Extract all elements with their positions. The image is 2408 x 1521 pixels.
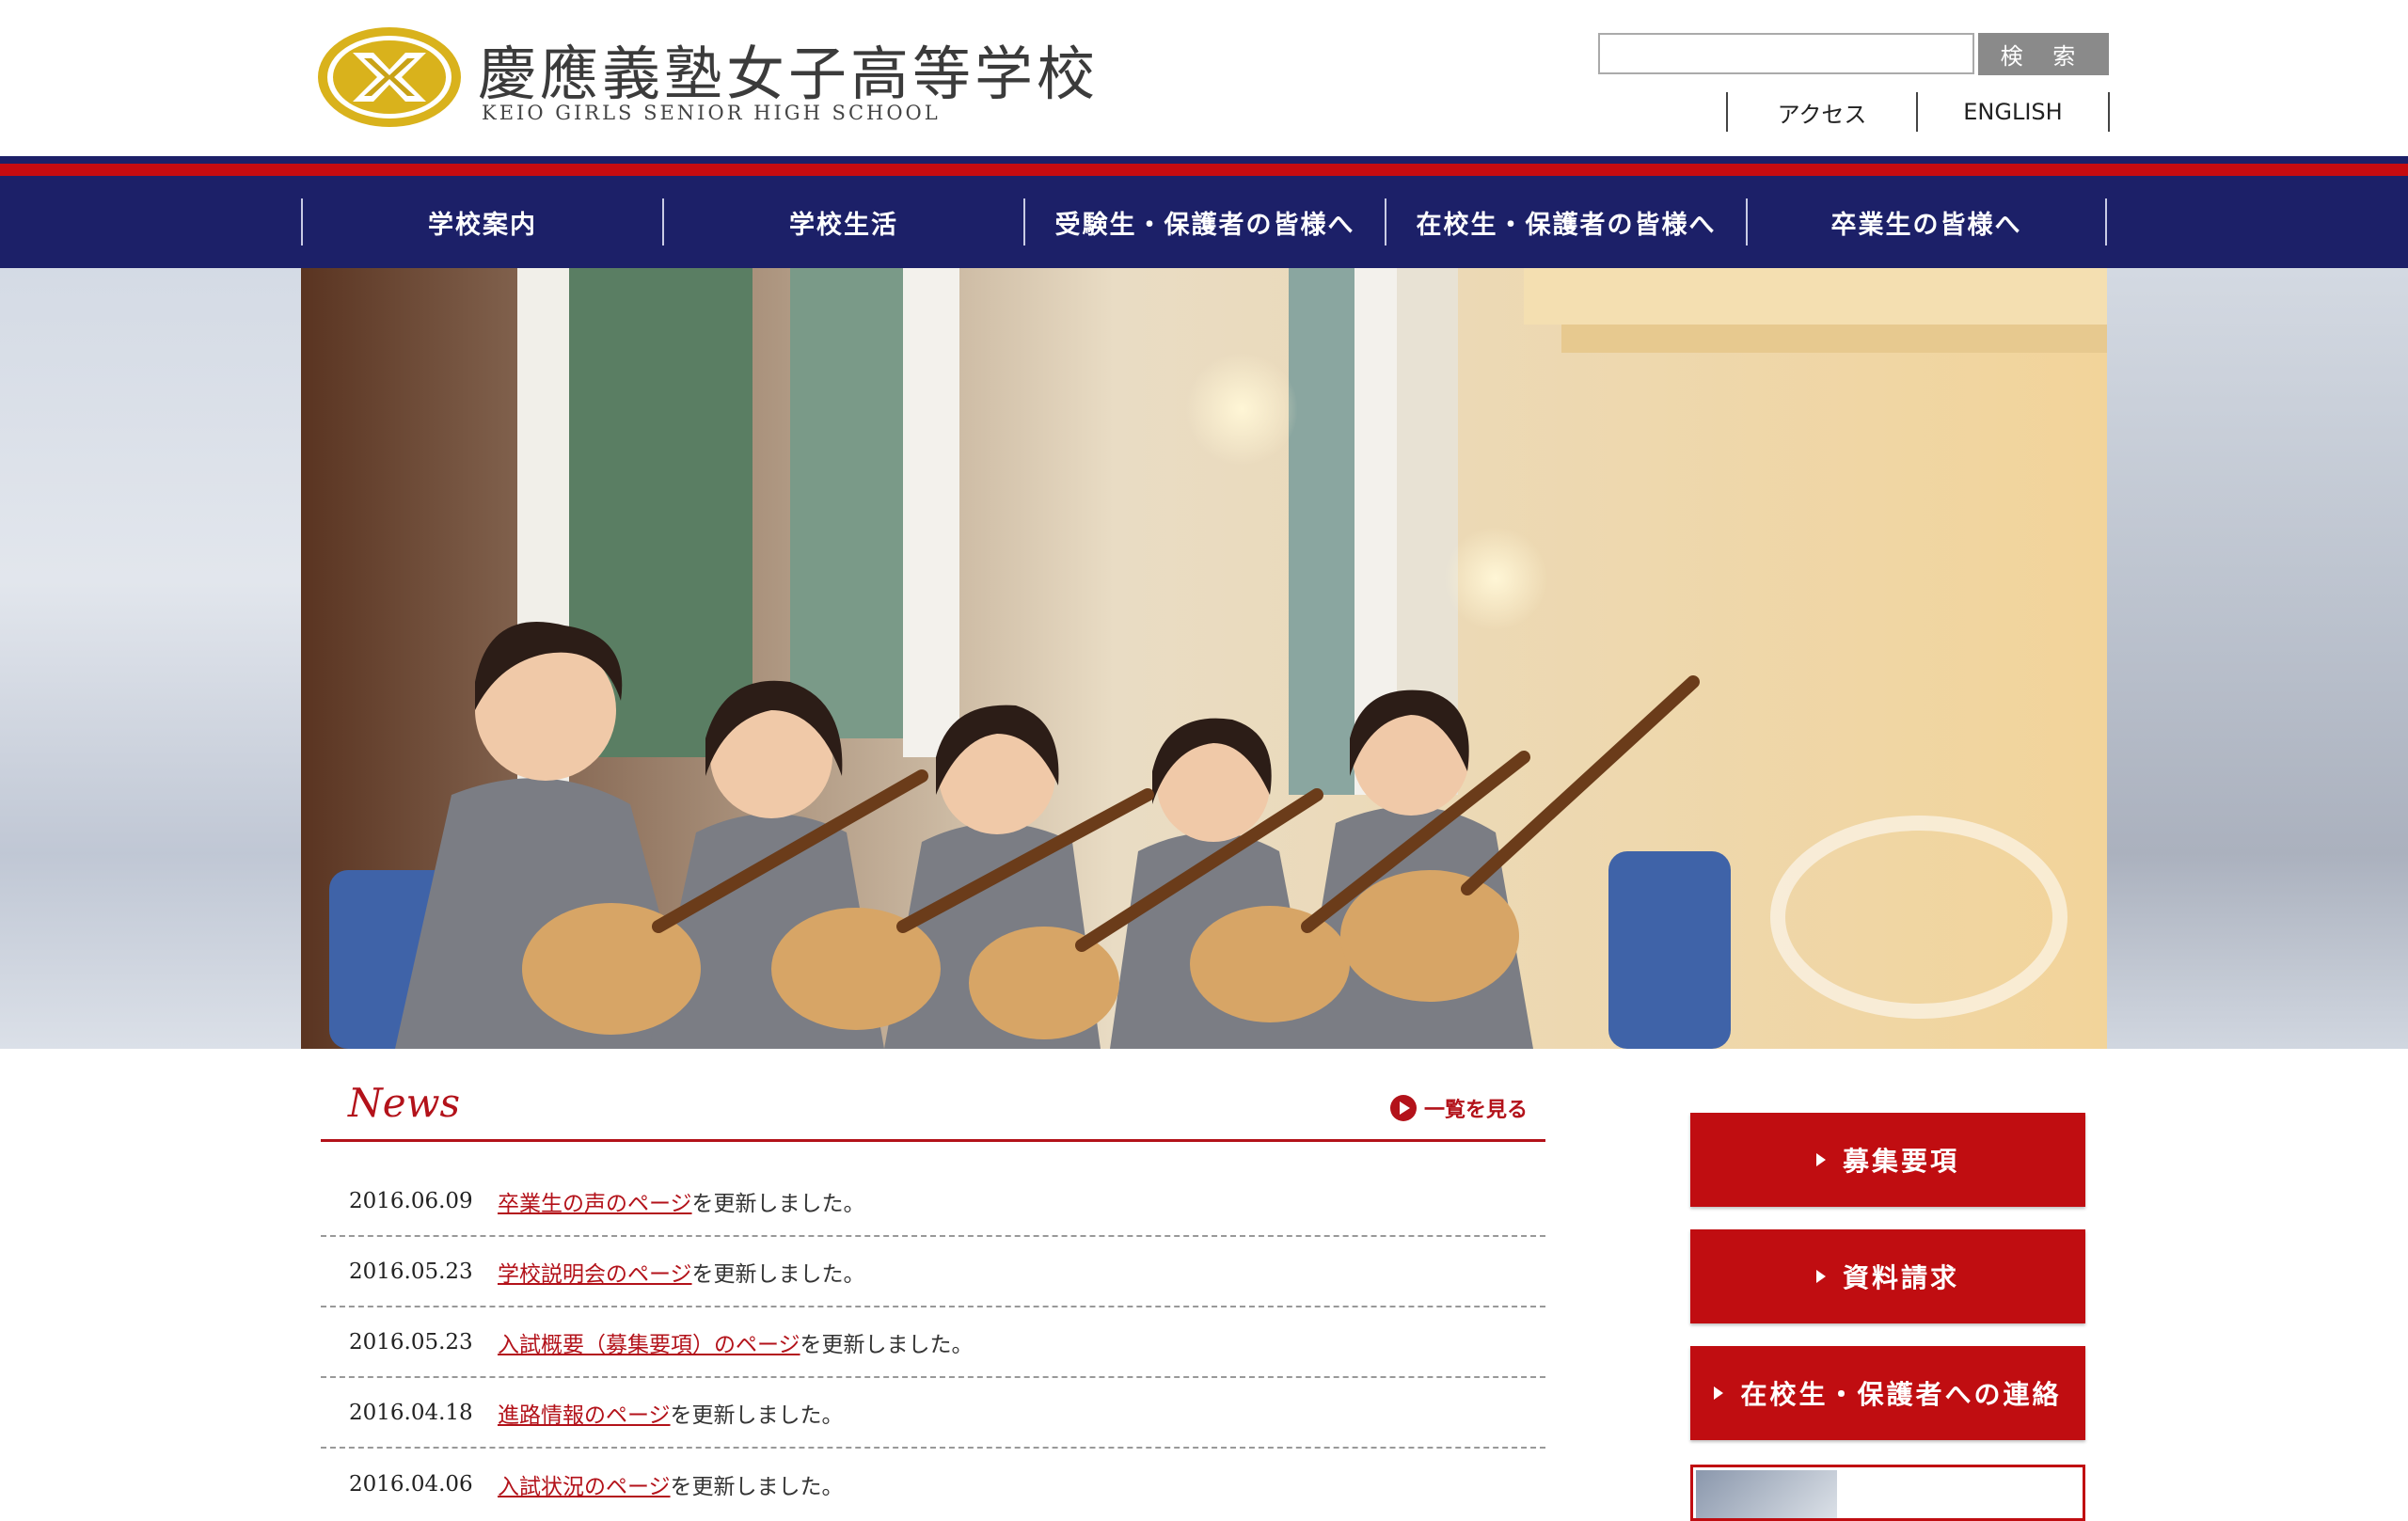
nav-item-applicants[interactable]: 受験生・保護者の皆様へ bbox=[1023, 198, 1385, 246]
news-text: を更新しました。 bbox=[670, 1474, 844, 1499]
header-stripe-red bbox=[0, 164, 2408, 176]
news-text: を更新しました。 bbox=[800, 1332, 974, 1357]
news-divider bbox=[321, 1139, 1545, 1142]
news-link[interactable]: 進路情報のページ bbox=[498, 1397, 671, 1429]
news-text: を更新しました。 bbox=[691, 1261, 865, 1287]
student-parent-contact-button[interactable]: 在校生・保護者への連絡 bbox=[1690, 1346, 2085, 1440]
news-heading: News bbox=[348, 1080, 461, 1126]
hero-slideshow[interactable] bbox=[0, 268, 2408, 1049]
news-item: 2016.06.09 卒業生の声のページ を更新しました。 bbox=[321, 1166, 1545, 1237]
sidebar-banner[interactable] bbox=[1690, 1465, 2085, 1521]
student-parent-contact-label: 在校生・保護者への連絡 bbox=[1740, 1379, 2062, 1410]
search-input[interactable] bbox=[1598, 33, 1974, 74]
nav-item-students[interactable]: 在校生・保護者の皆様へ bbox=[1385, 198, 1746, 246]
request-materials-label: 資料請求 bbox=[1842, 1262, 1959, 1293]
news-link[interactable]: 卒業生の声のページ bbox=[498, 1185, 692, 1217]
news-list: 2016.06.09 卒業生の声のページ を更新しました。 2016.05.23… bbox=[321, 1166, 1545, 1519]
global-nav: 学校案内 学校生活 受験生・保護者の皆様へ 在校生・保護者の皆様へ 卒業生の皆様… bbox=[0, 176, 2408, 268]
school-name-jp[interactable]: 慶應義塾女子高等学校 bbox=[478, 26, 1099, 111]
nav-item-school-life[interactable]: 学校生活 bbox=[662, 198, 1023, 246]
nav-item-about[interactable]: 学校案内 bbox=[301, 198, 662, 246]
news-date: 2016.05.23 bbox=[349, 1329, 473, 1355]
arrow-right-icon bbox=[1815, 1270, 1826, 1283]
request-materials-button[interactable]: 資料請求 bbox=[1690, 1229, 2085, 1323]
hero-next-slide-image[interactable] bbox=[2107, 268, 2408, 1049]
news-text: を更新しました。 bbox=[691, 1191, 865, 1216]
admissions-guide-label: 募集要項 bbox=[1842, 1146, 1959, 1177]
sidebar-banner-thumbnail bbox=[1696, 1470, 1837, 1518]
news-date: 2016.04.06 bbox=[349, 1471, 473, 1497]
english-link[interactable]: ENGLISH bbox=[1916, 92, 2110, 132]
news-item: 2016.05.23 学校説明会のページ を更新しました。 bbox=[321, 1237, 1545, 1307]
news-item: 2016.05.23 入試概要（募集要項）のページ を更新しました。 bbox=[321, 1307, 1545, 1378]
news-item: 2016.04.18 進路情報のページ を更新しました。 bbox=[321, 1378, 1545, 1449]
utility-links: アクセス ENGLISH bbox=[1726, 92, 2110, 132]
arrow-right-icon bbox=[1815, 1153, 1826, 1166]
news-item: 2016.04.06 入試状況のページ を更新しました。 bbox=[321, 1449, 1545, 1519]
search-button[interactable]: 検 索 bbox=[1978, 33, 2109, 75]
play-circle-icon bbox=[1390, 1095, 1417, 1121]
news-link[interactable]: 学校説明会のページ bbox=[498, 1256, 692, 1288]
news-view-all-link[interactable]: 一覧を見る bbox=[1390, 1093, 1528, 1123]
news-link[interactable]: 入試状況のページ bbox=[498, 1468, 671, 1500]
news-link[interactable]: 入試概要（募集要項）のページ bbox=[498, 1326, 800, 1358]
hero-photo bbox=[301, 268, 2107, 1049]
nav-item-alumni[interactable]: 卒業生の皆様へ bbox=[1746, 198, 2107, 246]
arrow-right-icon bbox=[1714, 1386, 1724, 1400]
news-view-all-label: 一覧を見る bbox=[1424, 1099, 1529, 1122]
site-header: 慶應義塾女子高等学校 KEIO GIRLS SENIOR HIGH SCHOOL… bbox=[0, 0, 2408, 156]
admissions-guide-button[interactable]: 募集要項 bbox=[1690, 1113, 2085, 1207]
hero-prev-slide-image[interactable] bbox=[0, 268, 301, 1049]
news-text: を更新しました。 bbox=[670, 1402, 844, 1428]
school-name-en[interactable]: KEIO GIRLS SENIOR HIGH SCHOOL bbox=[482, 102, 941, 124]
news-date: 2016.05.23 bbox=[349, 1259, 473, 1284]
school-emblem-icon[interactable] bbox=[315, 24, 464, 130]
header-stripe-navy bbox=[0, 156, 2408, 164]
news-date: 2016.04.18 bbox=[349, 1400, 473, 1425]
news-date: 2016.06.09 bbox=[349, 1188, 473, 1213]
access-link[interactable]: アクセス bbox=[1726, 92, 1916, 132]
